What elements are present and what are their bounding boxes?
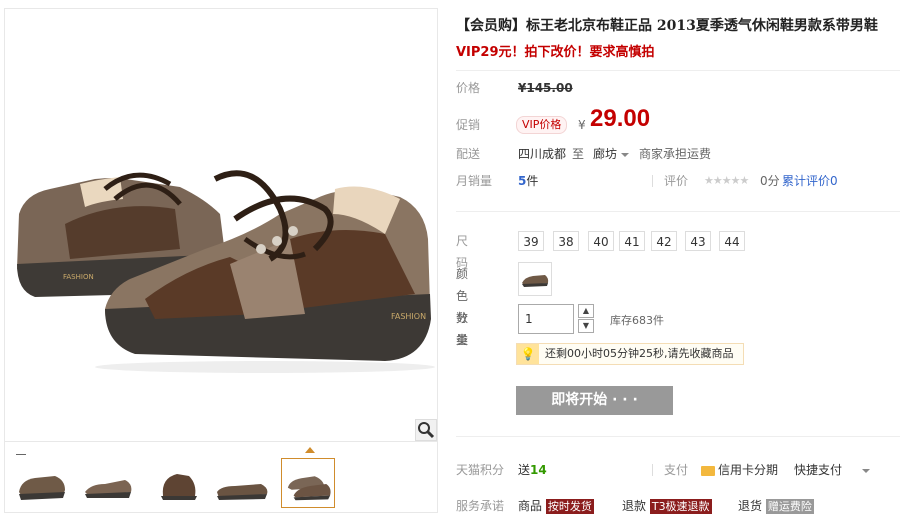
quantity-decrease-button[interactable]: ▼: [578, 319, 594, 333]
main-product-image[interactable]: FASHION FASHION: [5, 9, 437, 441]
thumbnail-3[interactable]: [151, 458, 205, 508]
credit-installment[interactable]: 信用卡分期: [701, 459, 778, 481]
service-item-prefix: 退货: [738, 499, 763, 513]
size-option[interactable]: 40: [588, 231, 614, 251]
monthly-sales-label: 月销量: [456, 174, 493, 188]
quantity-label: 数量: [456, 311, 469, 347]
chevron-down-icon: [621, 152, 630, 157]
chevron-down-icon: [862, 468, 870, 473]
price-label: 价格: [456, 81, 481, 95]
original-price: ¥145.00: [518, 77, 573, 99]
shipping-label: 配送: [456, 147, 481, 161]
size-option[interactable]: 39: [518, 231, 544, 251]
promo-label: 促销: [456, 118, 481, 132]
pay-label: 支付: [664, 463, 689, 477]
service-row: 服务承诺 商品 按时发货 退款 T3极速退款 退货 赠运费险: [456, 495, 900, 517]
thumbnail-shoe-icon: [161, 474, 197, 500]
credit-installment-label: 信用卡分期: [718, 463, 779, 477]
shoe-swatch-icon: [522, 275, 549, 287]
ship-to-dropdown[interactable]: 廊坊: [593, 143, 630, 165]
countdown-tip: 💡 还剩00小时05分钟25秒,请先收藏商品: [516, 343, 744, 365]
size-option[interactable]: 44: [719, 231, 745, 251]
thumbnail-shoe-icon: [217, 484, 268, 500]
ship-to-value: 廊坊: [593, 147, 618, 161]
divider: [456, 211, 900, 212]
product-info-panel: 【会员购】标王老北京布鞋正品 2013夏季透气休闲鞋男款系带男鞋 VIP29元！…: [456, 0, 900, 518]
vip-currency-symbol: ¥: [578, 118, 586, 132]
points-prefix: 送: [518, 463, 531, 477]
price-row: 价格 ¥145.00: [456, 77, 896, 99]
size-option[interactable]: 43: [685, 231, 711, 251]
divider: [456, 70, 900, 71]
size-option[interactable]: 41: [619, 231, 645, 251]
thumbnail-shoe-icon: [287, 476, 331, 501]
magnifier-icon: [418, 422, 435, 439]
thumbnail-1[interactable]: [15, 458, 69, 508]
thumbnail-shoe-icon: [19, 476, 65, 500]
zoom-button[interactable]: [415, 419, 437, 441]
original-price-value: 145.00: [526, 81, 573, 95]
color-swatch[interactable]: [518, 262, 552, 296]
monthly-sales-unit: 件: [526, 174, 539, 188]
separator: [652, 464, 653, 476]
stock-count: 库存683件: [610, 314, 664, 327]
service-item-return[interactable]: 退货 赠运费险: [738, 495, 814, 517]
points-info: 送14: [518, 459, 547, 481]
rating-score: 0分: [760, 174, 780, 188]
pay-more-dropdown[interactable]: [858, 459, 870, 481]
countdown-text: 还剩00小时05分钟25秒,请先收藏商品: [545, 347, 734, 360]
rating-label: 评价: [664, 174, 689, 188]
sales-row: 月销量 5件 评价 ★★★★★ 0分 累计评价0: [456, 170, 896, 192]
total-reviews-link[interactable]: 累计评价0: [782, 170, 838, 192]
thumbnail-5[interactable]: [281, 458, 335, 508]
service-tag: 赠运费险: [765, 499, 814, 514]
ship-from: 四川成都: [518, 147, 567, 161]
service-tag: 按时发货: [545, 499, 594, 514]
product-gallery: FASHION FASHION: [4, 8, 438, 513]
points-label: 天猫积分: [456, 463, 505, 477]
product-subtitle: VIP29元！拍下改价！要求高慎拍: [456, 45, 655, 60]
shipping-fee: 商家承担运费: [639, 147, 712, 161]
monthly-sales: 5件: [518, 170, 538, 192]
shoe-illustration: FASHION FASHION: [17, 170, 435, 373]
coming-soon-button[interactable]: 即将开始 · · ·: [516, 386, 673, 415]
ship-to-word: 至: [572, 147, 585, 161]
promo-row: 促销 VIP价格 ¥ 29.00: [456, 107, 896, 138]
size-option[interactable]: 42: [651, 231, 677, 251]
service-label: 服务承诺: [456, 499, 505, 513]
size-option[interactable]: 38: [553, 231, 579, 251]
chevron-down-icon: ▼: [582, 321, 590, 330]
divider: [456, 436, 900, 437]
chevron-up-icon: ▲: [582, 306, 590, 315]
points-pay-row: 天猫积分 送14 支付 信用卡分期 快捷支付: [456, 459, 900, 481]
quantity-increase-button[interactable]: ▲: [578, 304, 594, 318]
separator: [652, 175, 653, 187]
quick-pay[interactable]: 快捷支付: [794, 459, 842, 481]
quantity-input[interactable]: 1: [518, 304, 574, 334]
rating-stars: ★★★★★: [704, 174, 749, 187]
brand-text-back: FASHION: [63, 273, 94, 281]
thumbnail-2[interactable]: [81, 458, 135, 508]
service-item-prefix: 退款: [622, 499, 647, 513]
thumbnail-shoe-icon: [85, 480, 132, 498]
service-tag: T3极速退款: [649, 499, 712, 514]
service-item-refund[interactable]: 退款 T3极速退款: [622, 495, 712, 517]
brand-text-front: FASHION: [391, 312, 426, 321]
thumbnail-4[interactable]: [215, 458, 269, 508]
shipping-row: 配送 四川成都 至 廊坊 商家承担运费: [456, 143, 896, 165]
product-title: 【会员购】标王老北京布鞋正品 2013夏季透气休闲鞋男款系带男鞋: [456, 18, 878, 34]
quick-pay-label: 快捷支付: [794, 463, 843, 477]
vip-price-tag: VIP价格: [516, 116, 568, 134]
service-item-prefix: 商品: [518, 499, 543, 513]
thumbnail-strip: [5, 441, 437, 515]
service-item-shipping[interactable]: 商品 按时发货: [518, 495, 594, 517]
credit-card-icon: [701, 465, 715, 476]
vip-price-value: 29.00: [590, 105, 651, 132]
points-value: 14: [530, 463, 547, 477]
lightbulb-icon: 💡: [517, 344, 539, 364]
active-thumb-arrow: [305, 447, 315, 453]
